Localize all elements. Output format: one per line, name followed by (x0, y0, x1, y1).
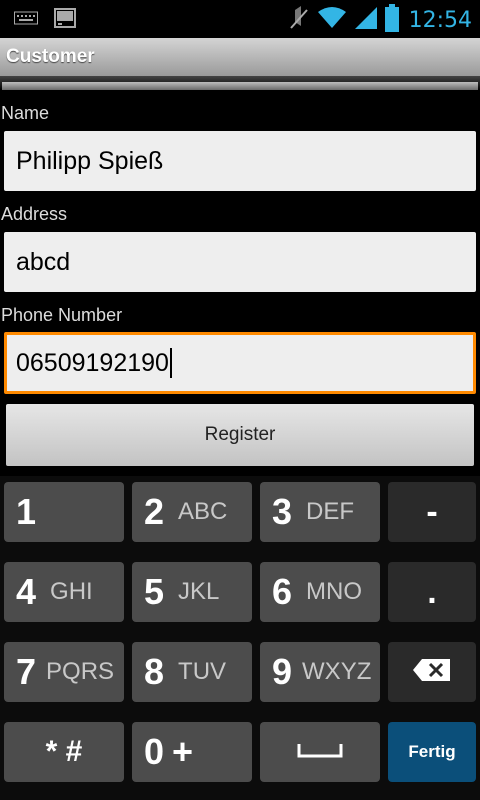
address-label: Address (1, 204, 68, 224)
key-star-hash[interactable]: * # (4, 722, 124, 782)
key-number: 0 (144, 731, 165, 772)
register-button[interactable]: Register (6, 404, 474, 466)
clock: 12:54 (408, 7, 472, 33)
address-value: abcd (16, 247, 71, 276)
key-number: 1 (16, 491, 37, 532)
address-field[interactable]: abcd (4, 232, 476, 292)
key-letters: ABC (178, 498, 228, 525)
key-6[interactable]: 6 MNO (260, 562, 380, 622)
key-letters: MNO (306, 578, 363, 605)
page-title: Customer (6, 46, 95, 67)
scroll-top-edge (2, 82, 478, 90)
key-number: 8 (144, 651, 165, 692)
key-9[interactable]: 9 WXYZ (260, 642, 380, 702)
wifi-icon (317, 6, 347, 34)
title-bar: Customer (0, 38, 480, 76)
backspace-icon (412, 658, 452, 686)
space-key[interactable] (260, 722, 380, 782)
key-number: 7 (16, 651, 37, 692)
key-letters: JKL (178, 578, 220, 605)
name-label: Name (1, 103, 50, 123)
key-2[interactable]: 2 ABC (132, 482, 252, 542)
key-symbol: * # (45, 735, 83, 768)
numeric-keyboard: 1 2 ABC 3 DEF - 4 GHI 5 JKL 6 MNO . 7 PQ… (0, 476, 480, 800)
key-letters: DEF (306, 498, 355, 525)
status-bar: 12:54 (0, 0, 480, 38)
key-number: 6 (272, 571, 293, 612)
name-field[interactable]: Philipp Spieß (4, 131, 476, 191)
key-letters: GHI (50, 578, 93, 605)
key-number: 5 (144, 571, 165, 612)
key-5[interactable]: 5 JKL (132, 562, 252, 622)
battery-icon (384, 4, 399, 36)
key-letters: PQRS (46, 658, 115, 685)
space-icon (297, 740, 343, 764)
key-symbol: . (427, 572, 437, 611)
key-1[interactable]: 1 (4, 482, 124, 542)
key-letters: WXYZ (302, 658, 372, 685)
signal-icon (353, 5, 379, 35)
phone-label: Phone Number (1, 305, 123, 325)
key-number: 4 (16, 571, 37, 612)
phone-value: 06509192190 (16, 348, 169, 377)
key-letters: TUV (178, 658, 227, 685)
terminal-icon (54, 8, 76, 32)
key-number: 3 (272, 491, 293, 532)
name-value: Philipp Spieß (16, 146, 164, 175)
backspace-key[interactable] (388, 642, 476, 702)
key-8[interactable]: 8 TUV (132, 642, 252, 702)
key-7[interactable]: 7 PQRS (4, 642, 124, 702)
key-period[interactable]: . (388, 562, 476, 622)
key-0[interactable]: 0 + (132, 722, 252, 782)
keyboard-icon (14, 10, 38, 30)
done-label: Fertig (408, 742, 456, 761)
key-symbol: - (426, 492, 438, 531)
text-cursor (169, 348, 172, 378)
mute-icon (287, 6, 311, 34)
done-key[interactable]: Fertig (388, 722, 476, 782)
key-letters: + (172, 731, 194, 772)
key-number: 2 (144, 491, 165, 532)
key-4[interactable]: 4 GHI (4, 562, 124, 622)
phone-field[interactable]: 06509192190 (4, 332, 476, 394)
key-number: 9 (272, 651, 293, 692)
key-3[interactable]: 3 DEF (260, 482, 380, 542)
key-minus[interactable]: - (388, 482, 476, 542)
